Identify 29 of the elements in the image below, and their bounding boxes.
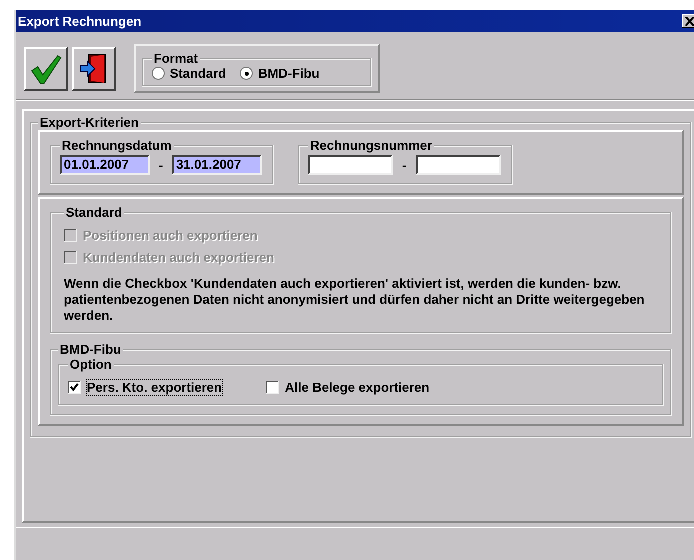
window-title: Export Rechnungen bbox=[18, 14, 142, 28]
door-exit-icon bbox=[80, 52, 108, 84]
checkbox[interactable] bbox=[68, 380, 81, 394]
checkbox-option[interactable]: Pers. Kto. exportieren bbox=[68, 376, 222, 398]
group-title: BMD-Fibu bbox=[59, 342, 122, 357]
number-to-field[interactable] bbox=[416, 155, 501, 175]
group-title: Option bbox=[69, 357, 113, 372]
group-title: Standard bbox=[65, 205, 124, 220]
checkmark-icon bbox=[30, 52, 62, 84]
checkbox[interactable] bbox=[266, 380, 280, 394]
radio-option[interactable]: BMD-Fibu bbox=[240, 66, 320, 81]
group-title: Export-Kriterien bbox=[39, 115, 140, 130]
close-button[interactable] bbox=[682, 14, 694, 28]
date-from-field[interactable]: 01.01.2007 bbox=[60, 155, 150, 175]
group-title: Rechnungsnummer bbox=[309, 138, 434, 153]
ok-button[interactable] bbox=[24, 46, 68, 90]
radio-button[interactable] bbox=[240, 67, 254, 80]
radio-button[interactable] bbox=[152, 67, 165, 80]
checkbox-option[interactable]: Alle Belege exportieren bbox=[266, 376, 430, 398]
range-separator: - bbox=[402, 158, 407, 172]
group-title: Format bbox=[153, 51, 200, 66]
note-text: Wenn die Checkbox 'Kundendaten auch exportieren' aktiviert ist, werden die kunden- bzw. patientenbezogenen Daten nicht anonymisiert und dürfen daher nicht an Dritte weitergegeben werden. bbox=[64, 276, 646, 324]
radio-option[interactable]: Standard bbox=[152, 66, 226, 81]
close-icon bbox=[685, 16, 694, 26]
exit-button[interactable] bbox=[72, 46, 116, 90]
range-separator: - bbox=[159, 158, 164, 172]
number-from-field[interactable] bbox=[308, 155, 394, 175]
group-title: Rechnungsdatum bbox=[61, 138, 173, 153]
date-to-field[interactable]: 31.01.2007 bbox=[172, 155, 262, 175]
